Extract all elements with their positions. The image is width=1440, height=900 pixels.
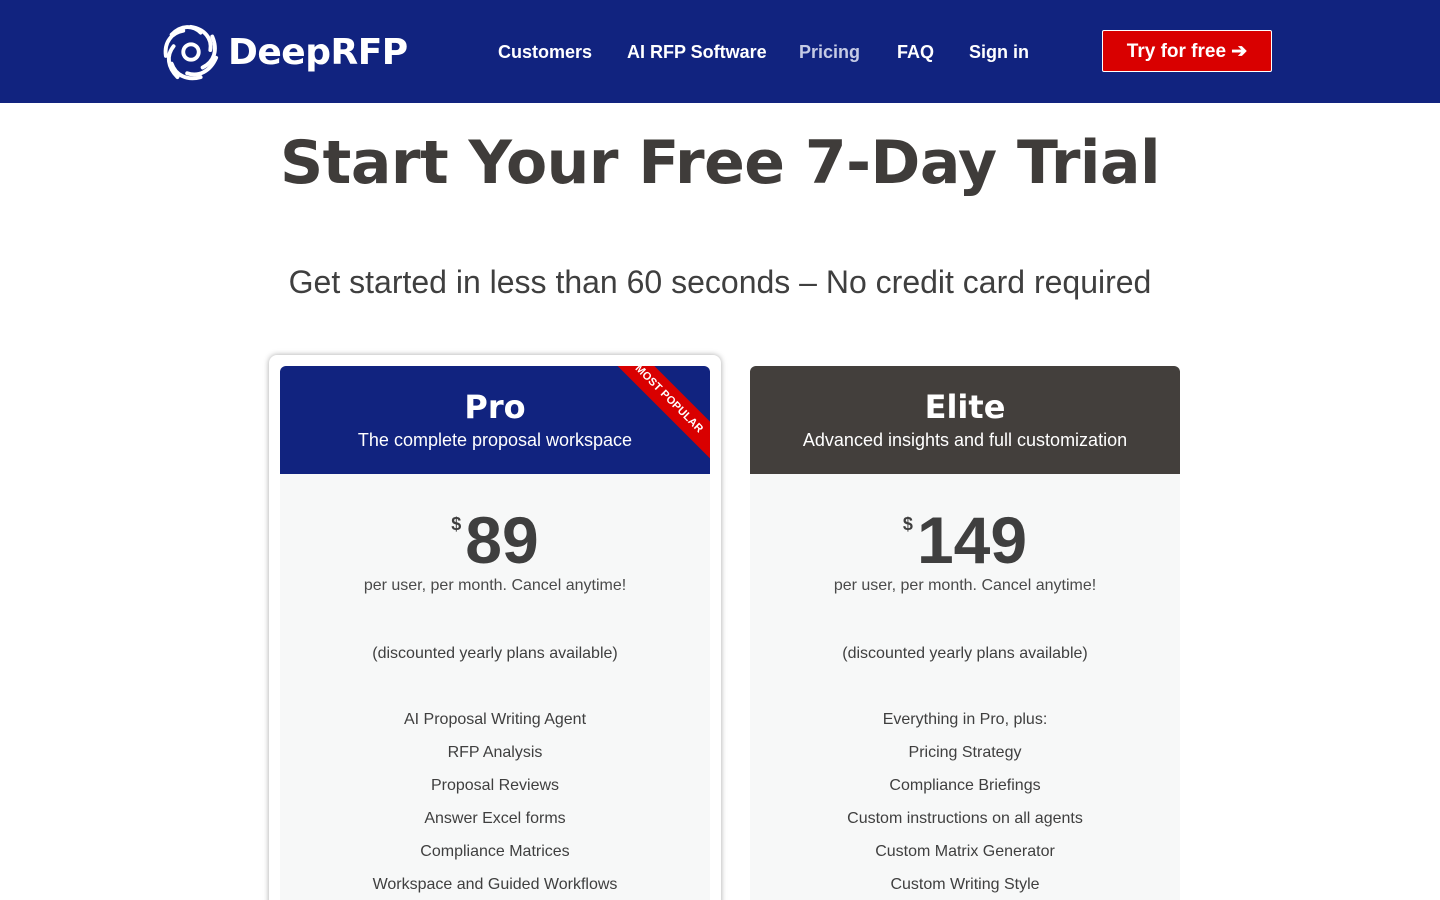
nav-faq[interactable]: FAQ — [897, 42, 934, 63]
feature-list: Everything in Pro, plus: Pricing Strateg… — [750, 710, 1180, 900]
plan-name: Elite — [924, 388, 1006, 426]
feature-item: Everything in Pro, plus: — [882, 711, 1048, 728]
pro-card-header: Pro The complete proposal workspace MOST… — [280, 366, 710, 474]
pricing-card-pro[interactable]: Pro The complete proposal workspace MOST… — [280, 366, 710, 900]
logo-text: DeepRFP — [228, 31, 408, 73]
price-amount: 89 — [465, 503, 539, 577]
plan-price: $ 89 — [280, 504, 710, 576]
yearly-note: (discounted yearly plans available) — [372, 645, 618, 662]
feature-item: Answer Excel forms — [424, 810, 566, 827]
feature-item: Custom Writing Style — [890, 876, 1040, 893]
feature-item: Pricing Strategy — [908, 744, 1022, 761]
feature-item: RFP Analysis — [447, 744, 543, 761]
feature-item: Custom Matrix Generator — [875, 843, 1055, 860]
nav-customers[interactable]: Customers — [498, 42, 592, 63]
price-currency: $ — [451, 514, 462, 534]
logo-link[interactable]: DeepRFP — [162, 22, 408, 82]
plan-description: Advanced insights and full customization — [802, 430, 1128, 450]
feature-item: Workspace and Guided Workflows — [372, 876, 618, 893]
pricing-card-elite[interactable]: Elite Advanced insights and full customi… — [750, 366, 1180, 900]
page-subtitle: Get started in less than 60 seconds – No… — [288, 264, 1152, 300]
nav-sign-in[interactable]: Sign in — [969, 42, 1029, 63]
page-title: Start Your Free 7-Day Trial — [279, 128, 1161, 198]
site-header: DeepRFP Customers AI RFP Software Pricin… — [0, 0, 1440, 103]
nav-pricing[interactable]: Pricing — [799, 42, 860, 63]
nav-ai-rfp-software[interactable]: AI RFP Software — [627, 42, 767, 63]
plan-price: $ 149 — [750, 504, 1180, 576]
try-for-free-button[interactable]: Try for free ➔ — [1102, 30, 1272, 72]
spiral-swirl-icon — [163, 24, 219, 81]
price-period: per user, per month. Cancel anytime! — [833, 577, 1097, 594]
feature-item: Compliance Briefings — [889, 777, 1041, 794]
feature-item: Proposal Reviews — [430, 777, 560, 794]
feature-item: Custom instructions on all agents — [847, 810, 1083, 827]
price-currency: $ — [902, 514, 913, 534]
elite-card-header: Elite Advanced insights and full customi… — [750, 366, 1180, 474]
plan-description: The complete proposal workspace — [357, 430, 633, 450]
price-period: per user, per month. Cancel anytime! — [363, 577, 627, 594]
yearly-note: (discounted yearly plans available) — [842, 645, 1088, 662]
feature-item: AI Proposal Writing Agent — [403, 711, 587, 728]
feature-item: Compliance Matrices — [420, 843, 570, 860]
feature-list: AI Proposal Writing Agent RFP Analysis P… — [280, 710, 710, 900]
price-amount: 149 — [916, 503, 1028, 577]
